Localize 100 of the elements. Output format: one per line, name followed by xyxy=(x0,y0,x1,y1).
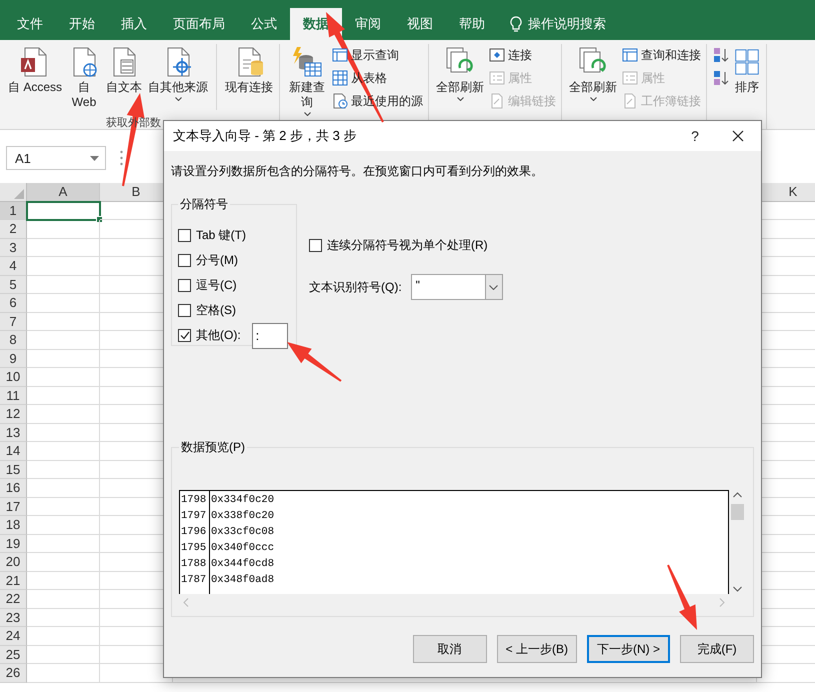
table-query-icon xyxy=(291,46,324,78)
help-button[interactable]: ? xyxy=(675,127,715,145)
row-header[interactable]: 4 xyxy=(0,257,27,276)
ribbon-small-button[interactable]: 显示查询 xyxy=(331,44,424,66)
checkbox[interactable] xyxy=(178,229,191,242)
sort-ascending-icon xyxy=(713,47,730,63)
row-header[interactable]: 26 xyxy=(0,664,27,682)
ribbon-button[interactable]: 新建查询 xyxy=(285,44,330,118)
grip-dots-icon xyxy=(120,150,123,166)
ribbon-button[interactable]: 自文本 xyxy=(104,44,144,97)
row-header[interactable]: 2 xyxy=(0,220,27,238)
lightbulb-icon xyxy=(510,16,522,32)
field-label: 文本识别符号(Q): xyxy=(309,278,402,296)
preview-cell-text: 0x334f0c20 xyxy=(210,493,274,508)
row-header[interactable]: 22 xyxy=(0,590,27,608)
row-header[interactable]: 17 xyxy=(0,498,27,516)
row-header[interactable]: 24 xyxy=(0,627,27,646)
active-cell[interactable] xyxy=(27,202,100,220)
sort-descending-icon xyxy=(713,70,730,86)
row-header[interactable]: 15 xyxy=(0,460,27,479)
dialog-button[interactable]: 下一步(N) > xyxy=(587,635,670,663)
dialog-button[interactable]: < 上一步(B) xyxy=(496,635,577,663)
ribbon-button[interactable]: 自 Web xyxy=(66,44,102,112)
row-header[interactable]: 16 xyxy=(0,479,27,498)
row-header[interactable]: 18 xyxy=(0,516,27,534)
row-header[interactable]: 3 xyxy=(0,238,27,257)
name-box[interactable]: A1 xyxy=(6,146,106,170)
row-header[interactable]: 13 xyxy=(0,424,27,442)
dialog-button[interactable]: 完成(F) xyxy=(680,635,754,663)
row-header[interactable]: 19 xyxy=(0,534,27,553)
ribbon-small-button[interactable]: 连接 xyxy=(488,44,558,66)
ribbon-tab[interactable]: 页面布局 xyxy=(160,8,238,40)
row-header[interactable]: 12 xyxy=(0,405,27,424)
qualifier-dropdown[interactable]: " xyxy=(410,274,503,300)
other-delimiter-field[interactable]: : xyxy=(252,322,288,348)
scrollbar-thumb[interactable] xyxy=(731,504,744,520)
checkbox-label: Tab 键(T) xyxy=(196,227,246,244)
preview-cell-text: 1798 xyxy=(180,493,208,508)
preview-cell-text: 0x338f0c20 xyxy=(210,509,274,524)
row-header[interactable]: 23 xyxy=(0,608,27,627)
ribbon-button[interactable]: 排序 xyxy=(732,44,762,97)
row-header[interactable]: 9 xyxy=(0,350,27,368)
row-header[interactable]: 10 xyxy=(0,368,27,386)
chevron-left-icon xyxy=(183,598,189,606)
ribbon-small-button[interactable]: 查询和连接 xyxy=(621,44,702,66)
checkbox[interactable] xyxy=(178,279,191,292)
preview-cell-text: 1787 xyxy=(180,573,208,588)
dialog-button[interactable]: 取消 xyxy=(412,635,487,663)
checkbox[interactable] xyxy=(178,304,191,317)
checkbox[interactable] xyxy=(178,329,191,342)
row-header[interactable]: 1 xyxy=(0,202,27,220)
row-header[interactable]: 7 xyxy=(0,312,27,331)
ribbon-tab[interactable]: 审阅 xyxy=(342,8,394,40)
preview-cell-text: 1797 xyxy=(180,509,208,524)
dropdown-triangle-icon xyxy=(90,156,99,160)
ribbon-tab[interactable]: 文件 xyxy=(4,8,56,40)
ribbon-tab[interactable]: 视图 xyxy=(394,8,446,40)
annotation-arrow xyxy=(667,564,697,630)
checkbox-label: 分号(M) xyxy=(196,252,238,269)
row-header[interactable]: 6 xyxy=(0,294,27,312)
table-icon xyxy=(622,47,638,63)
checkbox-label: 连续分隔符号视为单个处理(R) xyxy=(327,237,488,254)
checkmark-icon xyxy=(180,331,190,340)
checkbox-label: 其他(O): xyxy=(196,327,241,344)
row-header[interactable]: 11 xyxy=(0,386,27,405)
link-document-icon xyxy=(489,93,506,109)
ribbon-button[interactable]: 自其他来源 xyxy=(146,44,210,103)
checkbox[interactable] xyxy=(178,254,191,267)
chevron-right-icon xyxy=(719,598,725,606)
preview-cell-text: 1796 xyxy=(180,525,208,540)
preview-cell-text: 0x348f0ad8 xyxy=(210,573,274,588)
connection-icon xyxy=(489,47,506,63)
ribbon-tab[interactable]: 插入 xyxy=(108,8,160,40)
checkbox[interactable] xyxy=(309,239,322,252)
group-label: 数据预览(P) xyxy=(180,439,246,456)
row-header[interactable]: 21 xyxy=(0,572,27,590)
ribbon-tab[interactable]: 帮助 xyxy=(446,8,498,40)
row-header[interactable]: 8 xyxy=(0,331,27,350)
preview-cell-text: 1795 xyxy=(180,541,208,556)
row-header[interactable]: 25 xyxy=(0,646,27,664)
group-label: 分隔符号 xyxy=(179,196,229,213)
row-header[interactable]: 14 xyxy=(0,442,27,460)
ribbon-button[interactable]: 全部刷新 xyxy=(567,44,620,103)
ribbon-button[interactable]: 自 Access xyxy=(6,44,64,97)
ribbon-button[interactable]: 现有连接 xyxy=(223,44,276,97)
ribbon-button[interactable]: 全部刷新 xyxy=(434,44,486,103)
close-icon xyxy=(732,130,744,142)
column-header[interactable]: A xyxy=(27,183,100,202)
instruction-text: 请设置分列数据所包含的分隔符号。在预览窗口内可看到分列的效果。 xyxy=(171,163,544,180)
ribbon-tab[interactable]: 开始 xyxy=(56,8,108,40)
tell-me-search[interactable]: 操作说明搜索 xyxy=(528,15,606,33)
chevron-down-icon xyxy=(489,284,498,290)
row-header[interactable]: 5 xyxy=(0,276,27,294)
row-header[interactable]: 20 xyxy=(0,553,27,572)
annotation-arrow xyxy=(287,342,342,382)
chevron-down-icon xyxy=(733,586,742,592)
ribbon-tab[interactable]: 公式 xyxy=(238,8,290,40)
properties-icon xyxy=(622,70,638,86)
preview-cell-text: 0x340f0ccc xyxy=(210,541,274,556)
link-document-icon xyxy=(622,93,638,109)
